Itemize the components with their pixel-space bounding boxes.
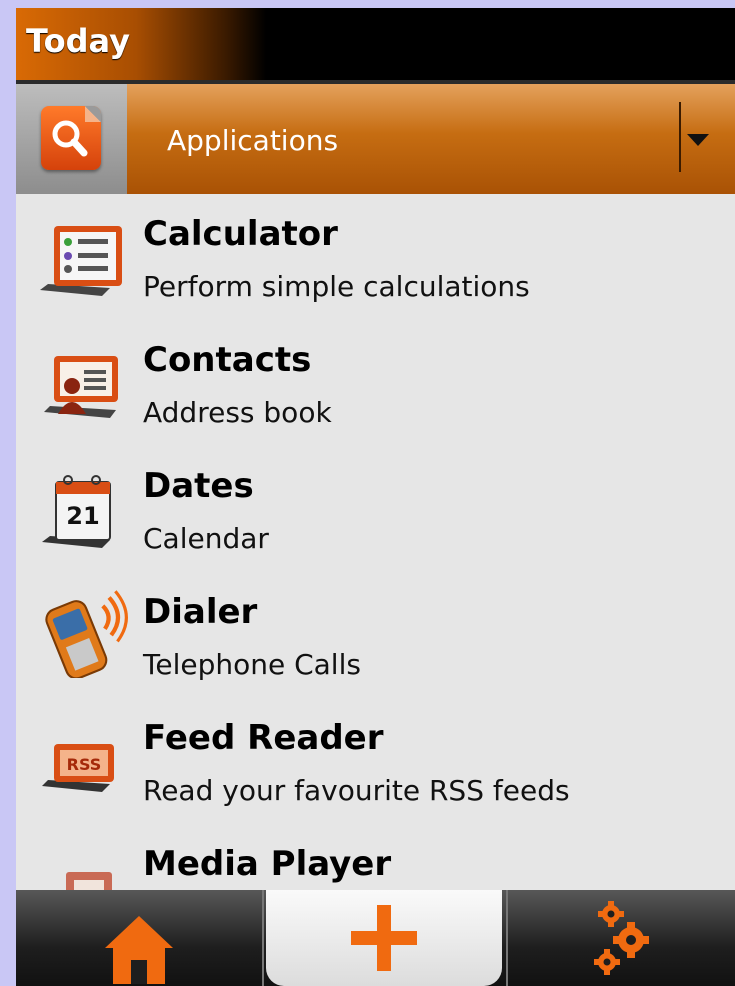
calendar-icon: 21 (42, 475, 111, 548)
calculator-icon (40, 226, 122, 296)
app-description: Perform simple calculations (143, 270, 530, 303)
search-button-area[interactable] (16, 84, 127, 194)
app-name: Feed Reader (143, 718, 384, 758)
title-bar: Today (16, 8, 735, 80)
app-name: Dates (143, 466, 254, 506)
tab-home[interactable] (16, 890, 264, 986)
list-item-calculator[interactable]: Calculator Perform simple calculations (16, 194, 735, 320)
home-icon (105, 915, 173, 984)
search-button[interactable] (41, 106, 101, 170)
search-icon (52, 120, 88, 157)
category-filter-bar: Applications (16, 84, 735, 194)
app-window: Today Applications Calculator Perform si… (16, 8, 735, 986)
app-description: Read your favourite RSS feeds (143, 774, 570, 807)
app-name: Dialer (143, 592, 258, 632)
app-name: Contacts (143, 340, 312, 380)
tab-add[interactable] (266, 890, 502, 986)
app-description: Telephone Calls (143, 648, 361, 681)
app-name: Calculator (143, 214, 338, 254)
application-list: Calculator Perform simple calculations C… (16, 194, 735, 930)
app-name: Media Player (143, 844, 392, 884)
list-item-dates[interactable]: 21 Dates Calendar (16, 446, 735, 572)
contacts-icon (44, 356, 118, 418)
chevron-down-icon[interactable] (687, 134, 709, 146)
list-item-contacts[interactable]: Contacts Address book (16, 320, 735, 446)
page-title: Today (26, 22, 130, 60)
bottom-tab-bar (16, 890, 735, 986)
app-description: Address book (143, 396, 332, 429)
rss-icon: RSS (42, 744, 114, 792)
dropdown-divider (679, 102, 681, 172)
plus-icon (351, 905, 417, 971)
gears-icon (593, 901, 649, 975)
calendar-day-text: 21 (66, 502, 99, 530)
tab-settings[interactable] (506, 890, 735, 986)
category-selector-label[interactable]: Applications (167, 124, 338, 157)
app-description: Calendar (143, 522, 269, 555)
list-item-dialer[interactable]: Dialer Telephone Calls (16, 572, 735, 698)
phone-icon (45, 590, 128, 678)
rss-text: RSS (67, 755, 102, 774)
list-item-feed-reader[interactable]: RSS Feed Reader Read your favourite RSS … (16, 698, 735, 824)
